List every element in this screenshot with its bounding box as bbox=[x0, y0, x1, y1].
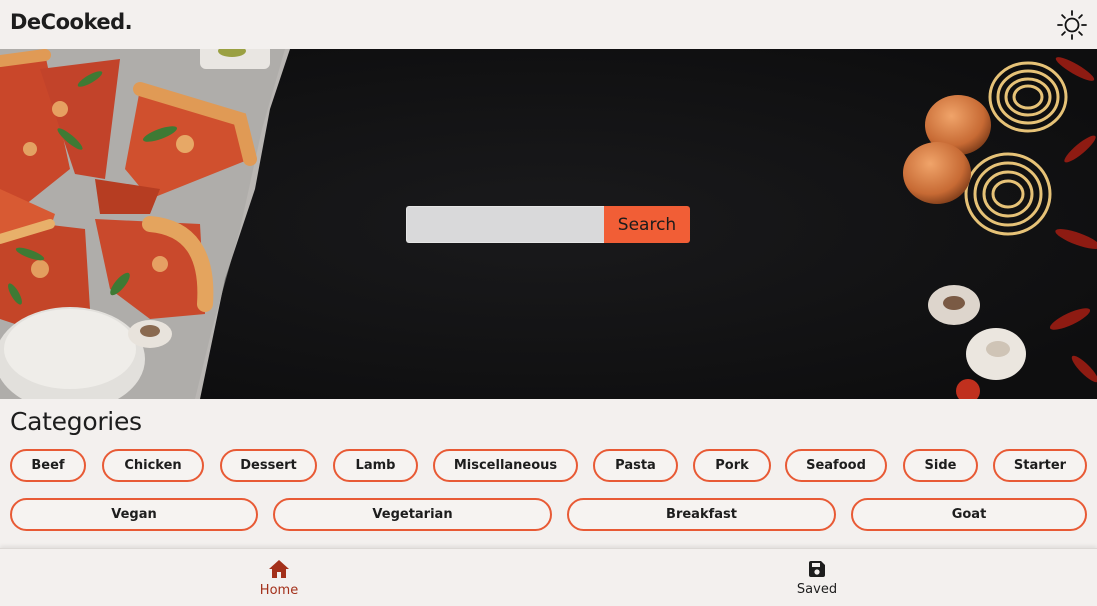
hero-banner: Search bbox=[0, 49, 1097, 399]
nav-saved-label: Saved bbox=[796, 581, 838, 597]
category-chip-starter[interactable]: Starter bbox=[993, 449, 1087, 482]
app-header: DeCooked. bbox=[0, 0, 1097, 49]
category-chip-dessert[interactable]: Dessert bbox=[220, 449, 317, 482]
category-chip-breakfast[interactable]: Breakfast bbox=[567, 498, 836, 531]
search-bar: Search bbox=[406, 206, 690, 243]
bottom-navigation: Home Saved bbox=[0, 548, 1097, 606]
category-chip-vegan[interactable]: Vegan bbox=[10, 498, 258, 531]
category-chip-lamb[interactable]: Lamb bbox=[333, 449, 418, 482]
categories-heading: Categories bbox=[10, 407, 142, 436]
nav-home-label: Home bbox=[259, 582, 299, 598]
category-chip-beef[interactable]: Beef bbox=[10, 449, 86, 482]
category-chip-goat[interactable]: Goat bbox=[851, 498, 1087, 531]
category-chip-chicken[interactable]: Chicken bbox=[102, 449, 204, 482]
app-logo[interactable]: DeCooked. bbox=[10, 10, 133, 34]
category-chip-pasta[interactable]: Pasta bbox=[593, 449, 678, 482]
category-chip-vegetarian[interactable]: Vegetarian bbox=[273, 498, 552, 531]
nav-saved[interactable]: Saved bbox=[757, 549, 877, 606]
category-chip-pork[interactable]: Pork bbox=[693, 449, 771, 482]
theme-toggle-button[interactable] bbox=[1055, 8, 1089, 42]
sun-icon bbox=[1057, 10, 1087, 40]
category-chip-seafood[interactable]: Seafood bbox=[785, 449, 887, 482]
save-icon bbox=[809, 560, 825, 577]
search-button[interactable]: Search bbox=[604, 206, 690, 243]
search-input[interactable] bbox=[406, 206, 604, 243]
category-chip-miscellaneous[interactable]: Miscellaneous bbox=[433, 449, 578, 482]
home-icon bbox=[269, 559, 289, 578]
category-chip-side[interactable]: Side bbox=[903, 449, 978, 482]
nav-home[interactable]: Home bbox=[219, 549, 339, 606]
